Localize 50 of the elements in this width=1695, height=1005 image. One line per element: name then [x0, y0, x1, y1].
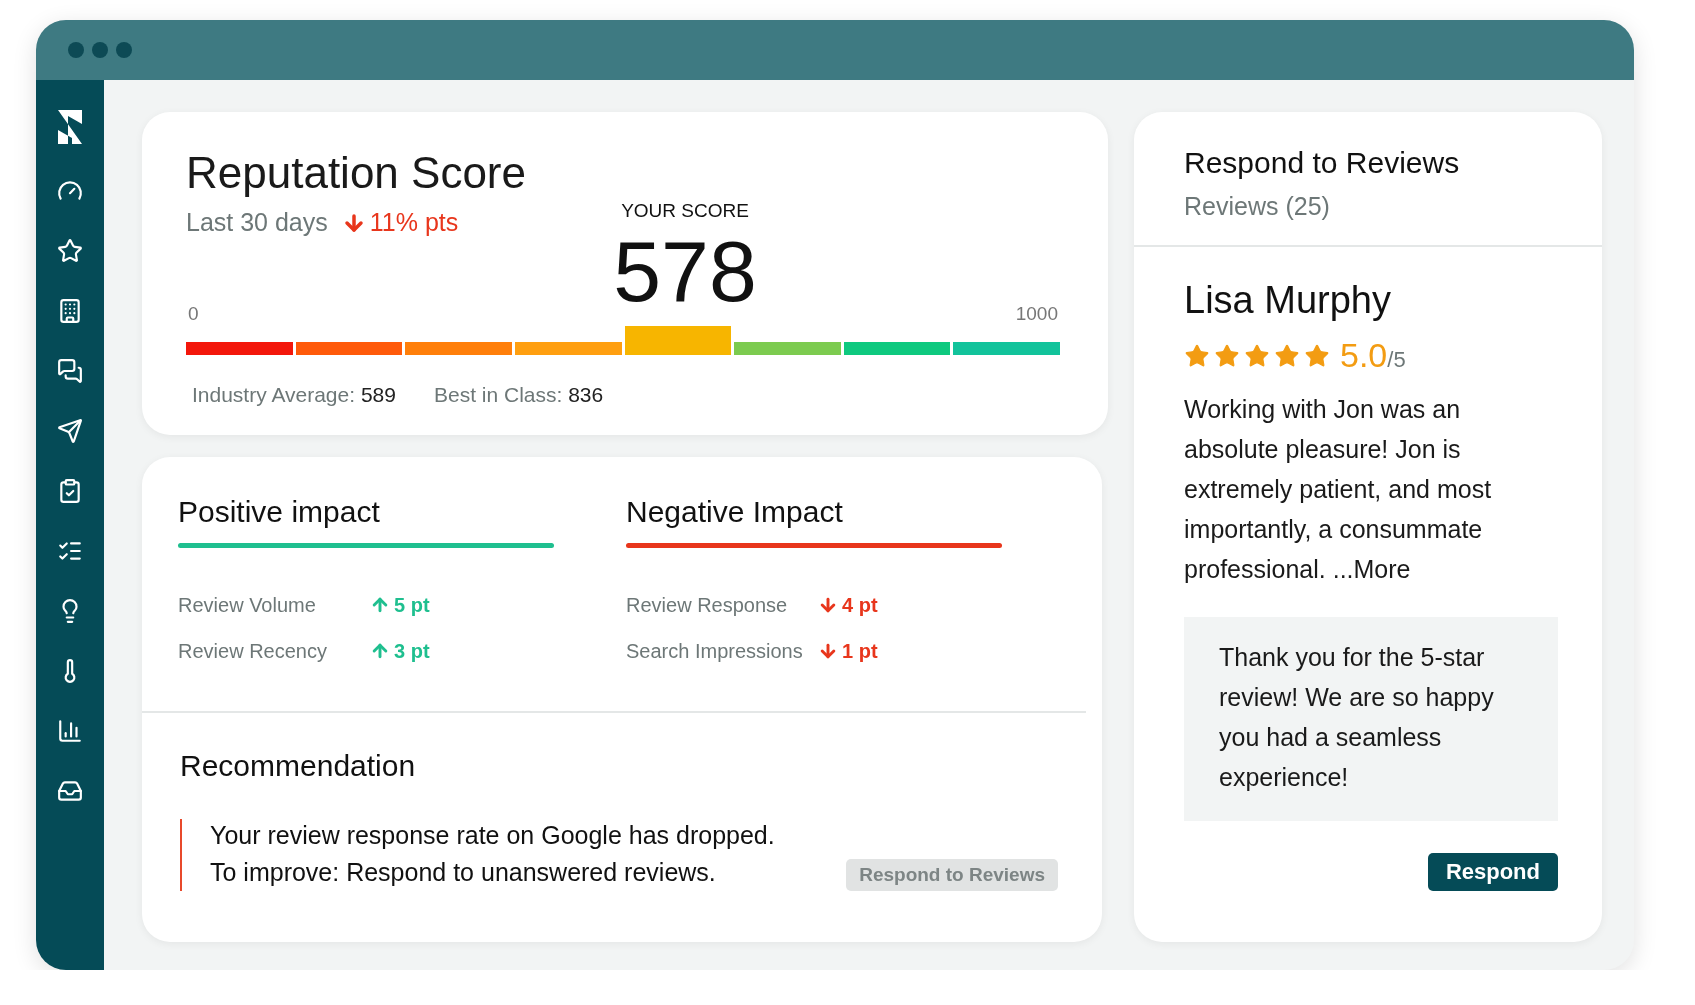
star-icon	[1244, 342, 1270, 369]
score-change: 11% pts	[341, 208, 459, 237]
impact-label: Search Impressions	[626, 639, 804, 663]
benchmark-text: Best in Class: 836	[433, 383, 604, 407]
respond-button[interactable]: Respond	[1427, 853, 1558, 891]
recommendation-title: Recommendation	[180, 749, 417, 784]
arrow-down-icon	[818, 641, 838, 661]
star-icon	[1304, 342, 1330, 369]
impact-value: 5 pt	[370, 593, 430, 617]
star-icon[interactable]	[57, 238, 83, 264]
impact-title: Negative Impact	[626, 495, 844, 530]
period-label: Last 30 days	[186, 208, 328, 237]
paper-plane-icon[interactable]	[57, 418, 83, 444]
score-label: YOUR SCORE	[621, 200, 749, 222]
card-title: Reputation Score	[186, 148, 527, 198]
clipboard-icon[interactable]	[57, 478, 83, 504]
impact-title: Positive impact	[178, 495, 381, 530]
star-icon	[1274, 342, 1300, 369]
star-icon	[1184, 342, 1210, 369]
arrow-up-icon	[370, 595, 390, 615]
reviews-count: Reviews (25)	[1184, 192, 1331, 221]
impact-value: 3 pt	[370, 639, 430, 663]
bar-chart-icon[interactable]	[57, 718, 83, 744]
reply-text: Thank you for the 5-star review! We are so happy you had a seamless experience!	[1184, 617, 1558, 821]
logo-icon	[58, 110, 82, 144]
rating-value: 5.0	[1340, 336, 1388, 375]
window-dot	[92, 42, 108, 58]
scale-max: 1000	[1015, 303, 1058, 325]
recommendation-text: Your review response rate on Google has dropped.	[210, 821, 775, 850]
window-dot	[116, 42, 132, 58]
impact-value: 1 pt	[818, 639, 878, 663]
recommendation-text: To improve: Respond to unanswered reviews.	[210, 858, 717, 887]
scale-min: 0	[188, 303, 199, 325]
benchmark-text: Industry Average: 589	[192, 383, 396, 407]
chat-bubbles-icon[interactable]	[57, 358, 83, 384]
review-text: Working with Jon was an absolute pleasure! Jon is extremely patient, and most importantly, a consummate professional. ...More	[1184, 394, 1493, 585]
impact-label: Review Recency	[178, 639, 328, 663]
impact-label: Review Volume	[178, 593, 317, 617]
star-icon	[1214, 342, 1240, 369]
inbox-icon[interactable]	[57, 778, 83, 804]
reviewer-name: Lisa Murphy	[1184, 279, 1392, 322]
window-dot	[68, 42, 84, 58]
arrow-down-icon	[818, 595, 838, 615]
rating-max: /5	[1387, 347, 1406, 373]
building-icon[interactable]	[57, 298, 83, 324]
card-title: Respond to Reviews	[1184, 146, 1461, 180]
score-value: 578	[613, 228, 757, 314]
impact-label: Review Response	[626, 593, 789, 617]
impact-value: 4 pt	[818, 593, 878, 617]
arrow-up-icon	[370, 641, 390, 661]
